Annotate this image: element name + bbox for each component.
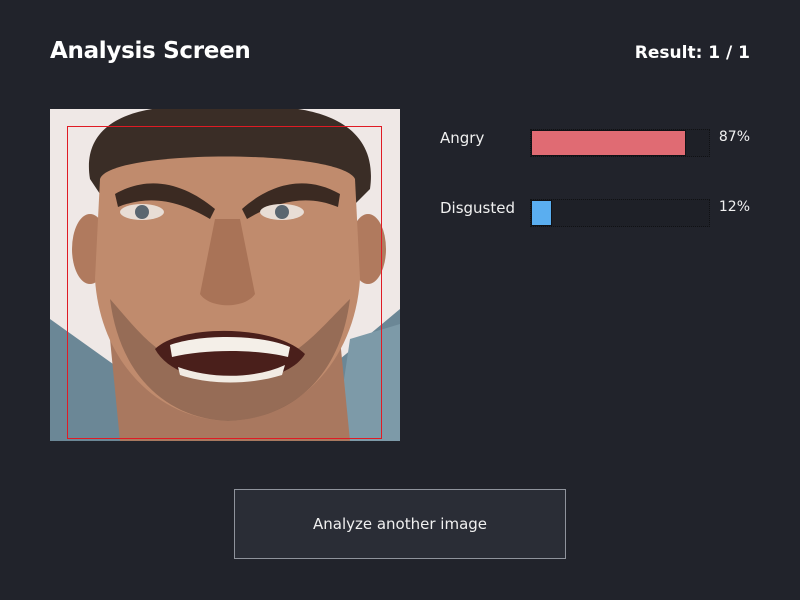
emotion-percent: 87% <box>718 129 750 145</box>
emotion-label: Disgusted <box>440 199 516 217</box>
emotion-label: Angry <box>440 129 485 147</box>
analyzed-image <box>50 109 400 441</box>
result-counter: Result: 1 / 1 <box>634 43 750 63</box>
emotion-bar-fill <box>531 200 553 226</box>
page-title: Analysis Screen <box>50 38 251 64</box>
analyze-another-button[interactable]: Analyze another image <box>234 489 566 559</box>
face-detection-box <box>67 126 382 439</box>
emotion-bar-fill <box>531 130 686 156</box>
analysis-screen: Analysis Screen Result: 1 / 1 Angry 87% … <box>0 0 800 600</box>
emotion-bar-track <box>530 199 710 227</box>
emotion-percent: 12% <box>718 199 750 215</box>
emotion-row-angry: Angry 87% <box>440 129 750 159</box>
emotion-row-disgusted: Disgusted 12% <box>440 199 750 229</box>
emotion-bar-track <box>530 129 710 157</box>
